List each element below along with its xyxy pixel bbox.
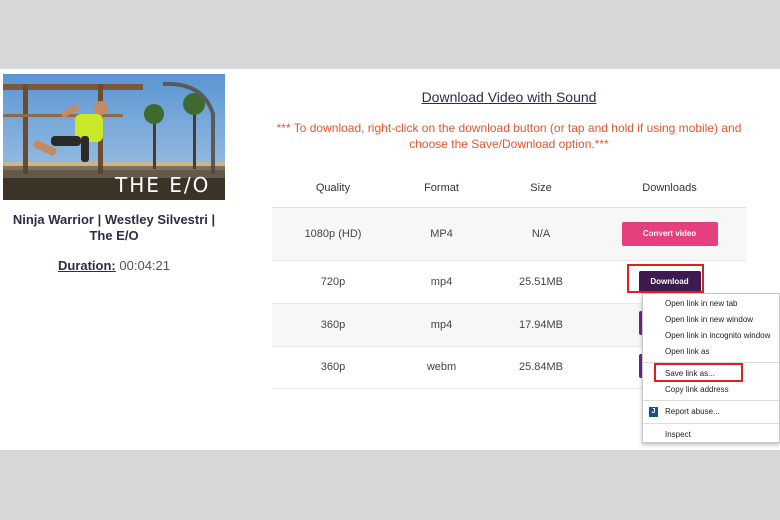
table-row: 1080p (HD) MP4 N/A Convert video — [272, 207, 746, 261]
menu-item-save-link-as[interactable]: Save link as... — [665, 367, 715, 381]
video-title: Ninja Warrior | Westley Silvestri | The … — [12, 212, 216, 243]
menu-item-open-new-tab[interactable]: Open link in new tab — [665, 297, 738, 311]
thumbnail-image: THE E/O — [3, 74, 225, 200]
video-thumbnail[interactable]: THE E/O — [3, 74, 225, 200]
row-size: 25.84MB — [489, 346, 593, 389]
menu-item-report-abuse[interactable]: Report abuse... — [665, 405, 720, 419]
download-button-720p[interactable]: Download — [638, 270, 701, 293]
column-header-format: Format — [394, 169, 489, 208]
duration: Duration: 00:04:21 — [0, 258, 228, 273]
row-size: 17.94MB — [489, 303, 593, 347]
row-quality: 360p — [272, 346, 394, 389]
menu-item-open-link-as[interactable]: Open link as — [665, 345, 709, 359]
download-notice: *** To download, right-click on the down… — [276, 121, 742, 151]
row-quality: 360p — [272, 303, 394, 347]
column-header-size: Size — [489, 169, 593, 208]
context-menu: Open link in new tab Open link in new wi… — [642, 293, 780, 443]
column-header-quality: Quality — [272, 169, 394, 208]
column-header-downloads: Downloads — [593, 169, 746, 208]
row-quality: 720p — [272, 260, 394, 304]
convert-video-button[interactable]: Convert video — [621, 221, 718, 246]
menu-separator — [643, 400, 779, 401]
row-format: MP4 — [394, 207, 489, 261]
row-size: 25.51MB — [489, 260, 593, 304]
row-format: mp4 — [394, 303, 489, 347]
duration-label: Duration: — [57, 258, 116, 273]
report-abuse-icon: J — [649, 407, 658, 417]
row-size: N/A — [489, 207, 593, 261]
row-quality: 1080p (HD) — [272, 207, 394, 261]
table-header-row: Quality Format Size Downloads — [272, 169, 746, 208]
duration-value: 00:04:21 — [119, 258, 170, 273]
menu-item-open-incognito[interactable]: Open link in incognito window — [665, 329, 770, 343]
menu-separator — [643, 362, 779, 363]
row-action-cell: Convert video — [593, 207, 746, 261]
download-heading: Download Video with Sound — [421, 89, 597, 105]
menu-item-copy-link-address[interactable]: Copy link address — [665, 383, 729, 397]
thumbnail-caption: THE E/O — [114, 173, 210, 197]
menu-item-inspect[interactable]: Inspect — [665, 428, 691, 442]
row-format: webm — [394, 346, 489, 389]
menu-separator — [643, 423, 779, 424]
row-format: mp4 — [394, 260, 489, 304]
menu-item-open-new-window[interactable]: Open link in new window — [665, 313, 753, 327]
